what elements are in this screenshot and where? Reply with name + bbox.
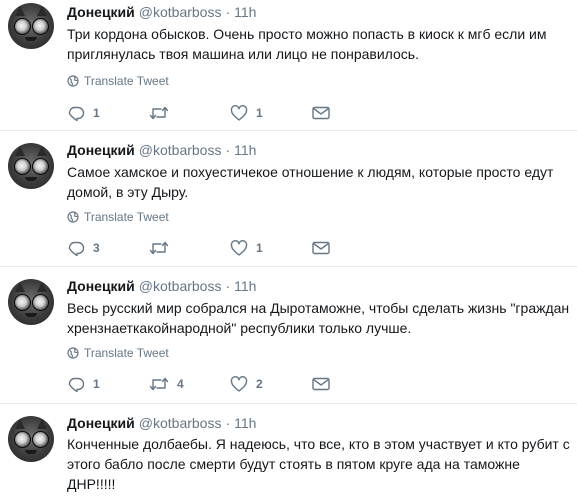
tweet-text: Три кордона обысков. Очень просто можно … [67, 26, 547, 62]
tweet[interactable]: Донецкий @kotbarboss · 11h Конченные долбае… [0, 404, 577, 500]
like-count: 2 [256, 377, 263, 391]
tweet-header: Донецкий @kotbarboss · 11h [67, 141, 256, 159]
tweet-header: Донецкий @kotbarboss · 11h [67, 3, 256, 21]
reply-count: 1 [93, 377, 100, 391]
author-name[interactable]: Донецкий [67, 4, 135, 20]
retweet-button[interactable]: 4 [149, 374, 184, 394]
tweet[interactable]: Донецкий @kotbarboss · 11h Весь русский мир… [0, 267, 577, 403]
like-button[interactable]: 2 [230, 374, 263, 394]
translate-label: Translate Tweet [84, 74, 169, 88]
direct-message-button[interactable] [312, 238, 330, 258]
tweet-text: Самое хамское и похуестичекое отношение … [67, 164, 554, 200]
separator-dot: · [225, 278, 231, 294]
avatar[interactable] [8, 143, 54, 189]
direct-message-button[interactable] [312, 374, 330, 394]
tweet-actions: 3 1 [67, 238, 367, 258]
tweet[interactable]: Донецкий @kotbarboss · 11h Самое хамское и … [0, 131, 577, 266]
avatar[interactable] [8, 3, 54, 49]
retweet-icon [149, 377, 169, 391]
tweet-actions: 1 1 [67, 103, 367, 123]
reply-button[interactable]: 1 [67, 103, 100, 123]
author-name[interactable]: Донецкий [67, 415, 135, 431]
author-name[interactable]: Донецкий [67, 142, 135, 158]
tweet-header: Донецкий @kotbarboss · 11h [67, 277, 256, 295]
envelope-icon [312, 106, 330, 120]
translate-tweet-link[interactable]: Translate Tweet [67, 209, 169, 225]
author-name[interactable]: Донецкий [67, 278, 135, 294]
retweet-icon [149, 241, 169, 255]
heart-icon [230, 376, 248, 392]
like-button[interactable]: 1 [230, 238, 263, 258]
globe-icon [67, 211, 79, 223]
tweet-timestamp[interactable]: 11h [234, 415, 256, 431]
tweet[interactable]: Донецкий @kotbarboss · 11h Три кордона обыс… [0, 0, 577, 130]
separator-dot: · [225, 142, 231, 158]
translate-label: Translate Tweet [84, 346, 169, 360]
retweet-icon [149, 106, 169, 120]
tweet-text: Весь русский мир собрался на Дыротаможне… [67, 300, 570, 336]
globe-icon [67, 75, 79, 87]
reply-count: 1 [93, 106, 100, 120]
translate-tweet-link[interactable]: Translate Tweet [67, 73, 169, 89]
reply-icon [68, 241, 85, 256]
tweet-header: Донецкий @kotbarboss · 11h [67, 414, 256, 432]
reply-icon [68, 106, 85, 121]
tweet-text: Конченные долбаебы. Я надеюсь, что все, … [67, 436, 570, 492]
reply-button[interactable]: 1 [67, 374, 100, 394]
retweet-count: 4 [177, 377, 184, 391]
retweet-button[interactable] [149, 103, 177, 123]
separator-dot: · [225, 4, 231, 20]
envelope-icon [312, 241, 330, 255]
retweet-button[interactable] [149, 238, 177, 258]
heart-icon [230, 105, 248, 121]
author-handle[interactable]: @kotbarboss [139, 4, 222, 20]
globe-icon [67, 347, 79, 359]
tweet-timestamp[interactable]: 11h [234, 4, 256, 20]
like-count: 1 [256, 241, 263, 255]
envelope-icon [312, 377, 330, 391]
translate-label: Translate Tweet [84, 210, 169, 224]
tweet-timestamp[interactable]: 11h [234, 142, 256, 158]
separator-dot: · [225, 415, 231, 431]
author-handle[interactable]: @kotbarboss [139, 142, 222, 158]
like-count: 1 [256, 106, 263, 120]
heart-icon [230, 240, 248, 256]
direct-message-button[interactable] [312, 103, 330, 123]
translate-tweet-link[interactable]: Translate Tweet [67, 345, 169, 361]
author-handle[interactable]: @kotbarboss [139, 415, 222, 431]
tweet-actions: 1 4 2 [67, 374, 367, 394]
avatar[interactable] [8, 416, 54, 462]
reply-button[interactable]: 3 [67, 238, 100, 258]
reply-count: 3 [93, 241, 100, 255]
avatar[interactable] [8, 279, 54, 325]
tweet-timestamp[interactable]: 11h [234, 278, 256, 294]
author-handle[interactable]: @kotbarboss [139, 278, 222, 294]
like-button[interactable]: 1 [230, 103, 263, 123]
reply-icon [68, 377, 85, 392]
